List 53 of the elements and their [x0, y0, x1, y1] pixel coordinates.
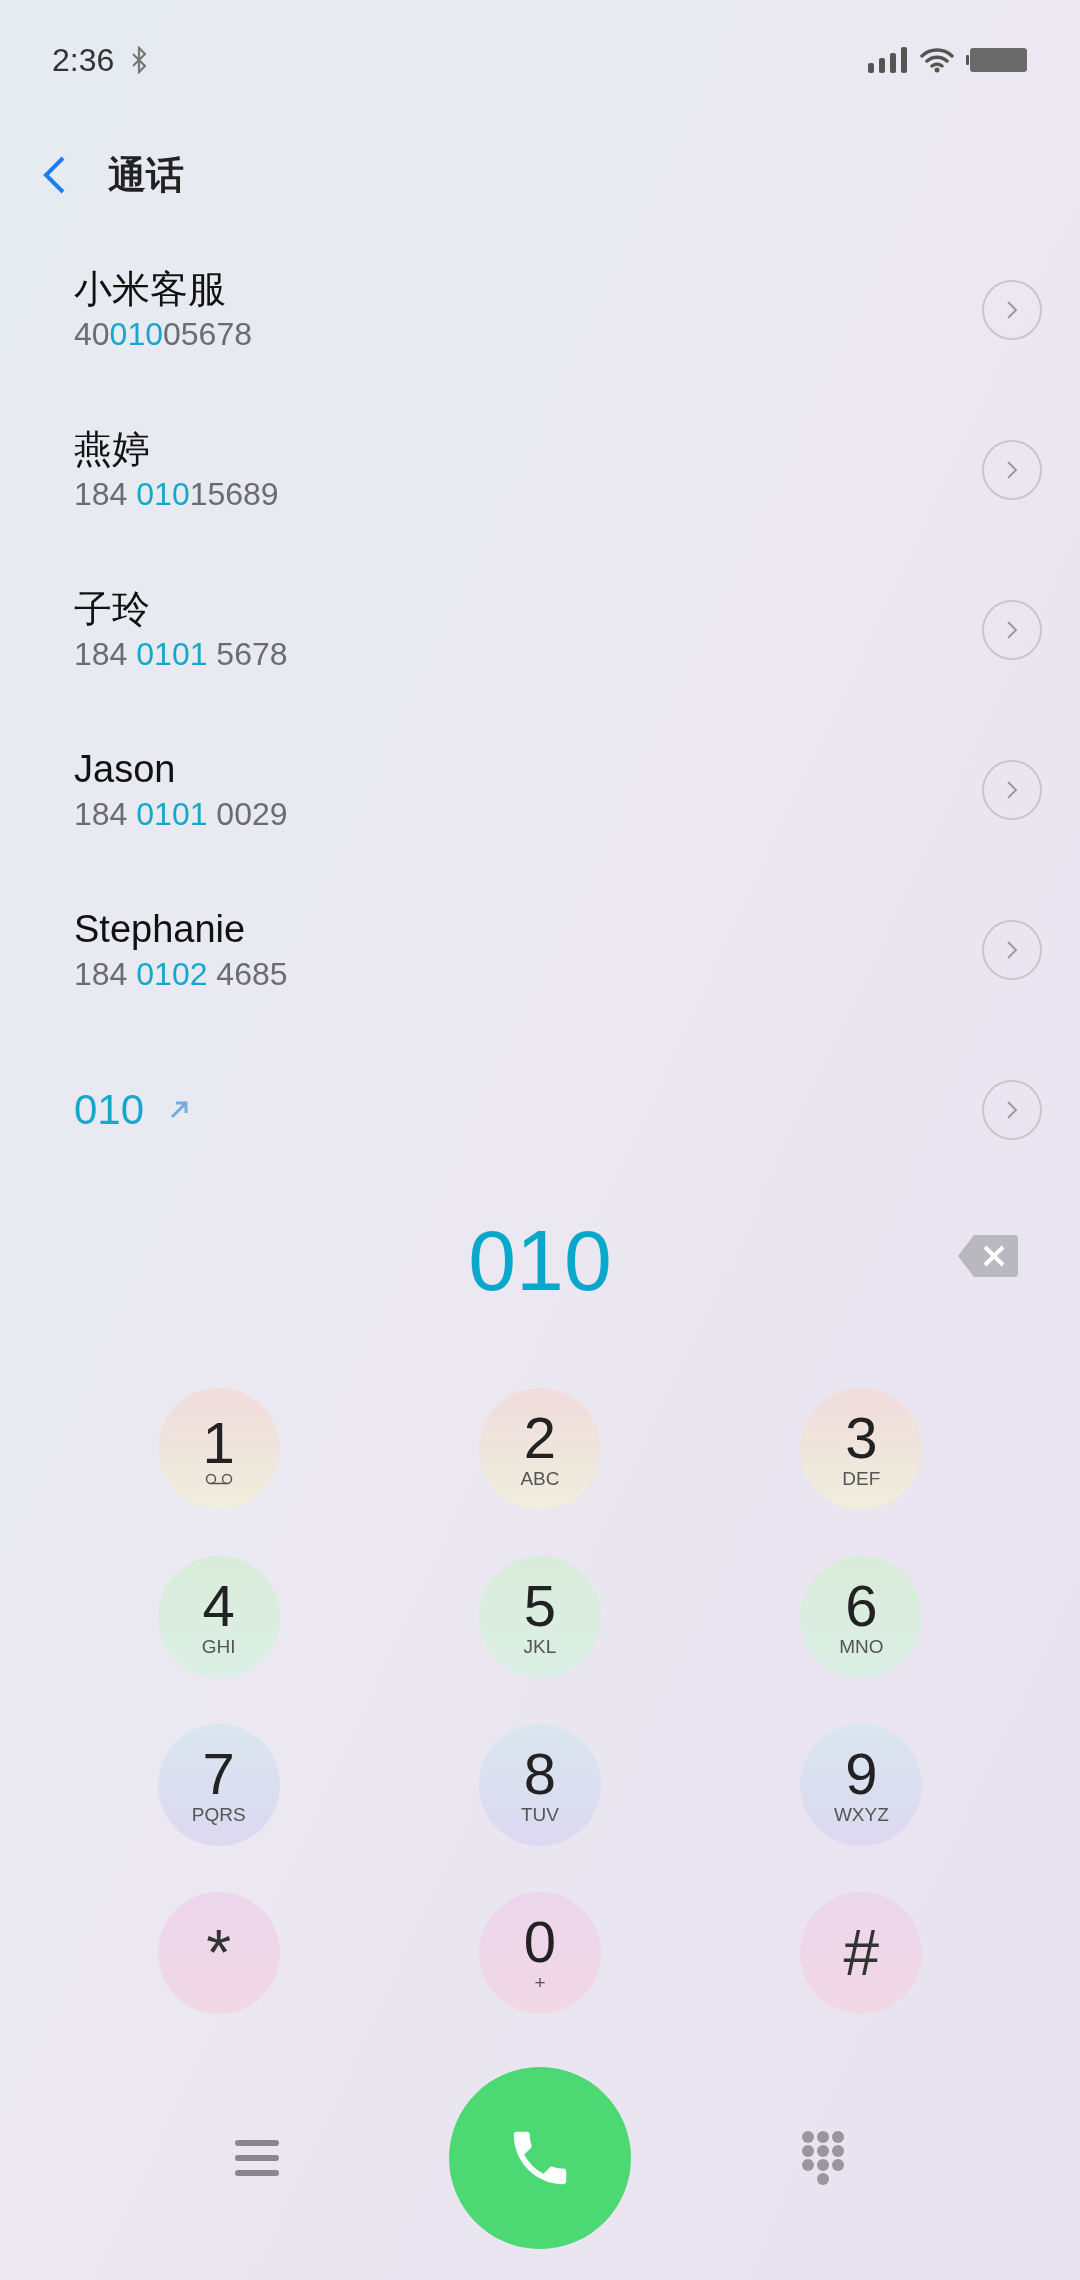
backspace-icon[interactable]	[958, 1235, 1018, 1277]
menu-icon[interactable]	[235, 2139, 279, 2177]
chevron-button[interactable]	[982, 760, 1042, 820]
dial-key[interactable]: 6 MNO	[800, 1556, 923, 1678]
bluetooth-icon	[130, 46, 149, 74]
back-icon[interactable]	[42, 155, 66, 195]
dial-key[interactable]: 0 +	[479, 1892, 601, 2014]
chevron-icon	[1005, 939, 1019, 961]
contact-name: 子玲	[74, 587, 151, 632]
phone-number: 184 0101 0029	[74, 795, 288, 834]
phone-number: 184 0101 5678	[74, 635, 288, 674]
contact-name: Stephanie	[74, 907, 247, 952]
dial-key[interactable]: 3 DEF	[800, 1388, 923, 1510]
phone-number: 184 01015689	[74, 475, 279, 514]
dial-key[interactable]: 8 TUV	[479, 1724, 601, 1846]
chevron-icon	[1005, 299, 1019, 321]
dial-key[interactable]: 7 PQRS	[157, 1724, 280, 1846]
chevron-button[interactable]	[982, 440, 1042, 500]
chevron-button[interactable]	[982, 600, 1042, 660]
chevron-icon	[1005, 619, 1019, 641]
chevron-icon	[1005, 779, 1019, 801]
contact-row[interactable]: 小米客服 4001005678	[0, 230, 1080, 390]
status-time: 2:36	[52, 41, 115, 80]
signal-icon	[868, 47, 908, 73]
contact-row[interactable]: 子玲 184 0101 5678	[0, 550, 1080, 710]
dial-key[interactable]: 9 WXYZ	[800, 1724, 923, 1846]
dialed-number-entry: 010	[74, 1085, 145, 1135]
dial-key[interactable]: 4 GHI	[157, 1556, 280, 1678]
phone-number: 184 0102 4685	[74, 955, 288, 994]
chevron-icon	[1005, 1099, 1019, 1121]
dial-key[interactable]: 2 ABC	[479, 1388, 601, 1510]
chevron-icon	[1005, 459, 1019, 481]
chevron-button[interactable]	[982, 920, 1042, 980]
dialpad-icon[interactable]	[801, 2130, 845, 2186]
contact-row[interactable]: 燕婷 184 01015689	[0, 390, 1080, 550]
dial-key[interactable]: *	[157, 1892, 280, 2014]
battery-icon	[966, 47, 1028, 73]
dialed-number: 010	[468, 1210, 612, 1310]
dial-key[interactable]: 1	[157, 1388, 280, 1510]
contact-row[interactable]: Jason 184 0101 0029	[0, 710, 1080, 870]
page-title: 通话	[108, 152, 184, 198]
contact-name: 燕婷	[74, 427, 151, 472]
voicemail-icon	[204, 1473, 233, 1485]
dial-key[interactable]: 5 JKL	[479, 1556, 601, 1678]
contact-name: Jason	[74, 747, 177, 792]
phone-number: 4001005678	[74, 315, 252, 354]
contact-row[interactable]: Stephanie 184 0102 4685	[0, 870, 1080, 1030]
outgoing-arrow-icon	[168, 1099, 191, 1121]
contact-name: 小米客服	[74, 267, 227, 312]
chevron-button[interactable]	[982, 1080, 1042, 1140]
chevron-button[interactable]	[982, 280, 1042, 340]
wifi-icon	[920, 47, 954, 73]
dial-key[interactable]: #	[800, 1892, 923, 2014]
